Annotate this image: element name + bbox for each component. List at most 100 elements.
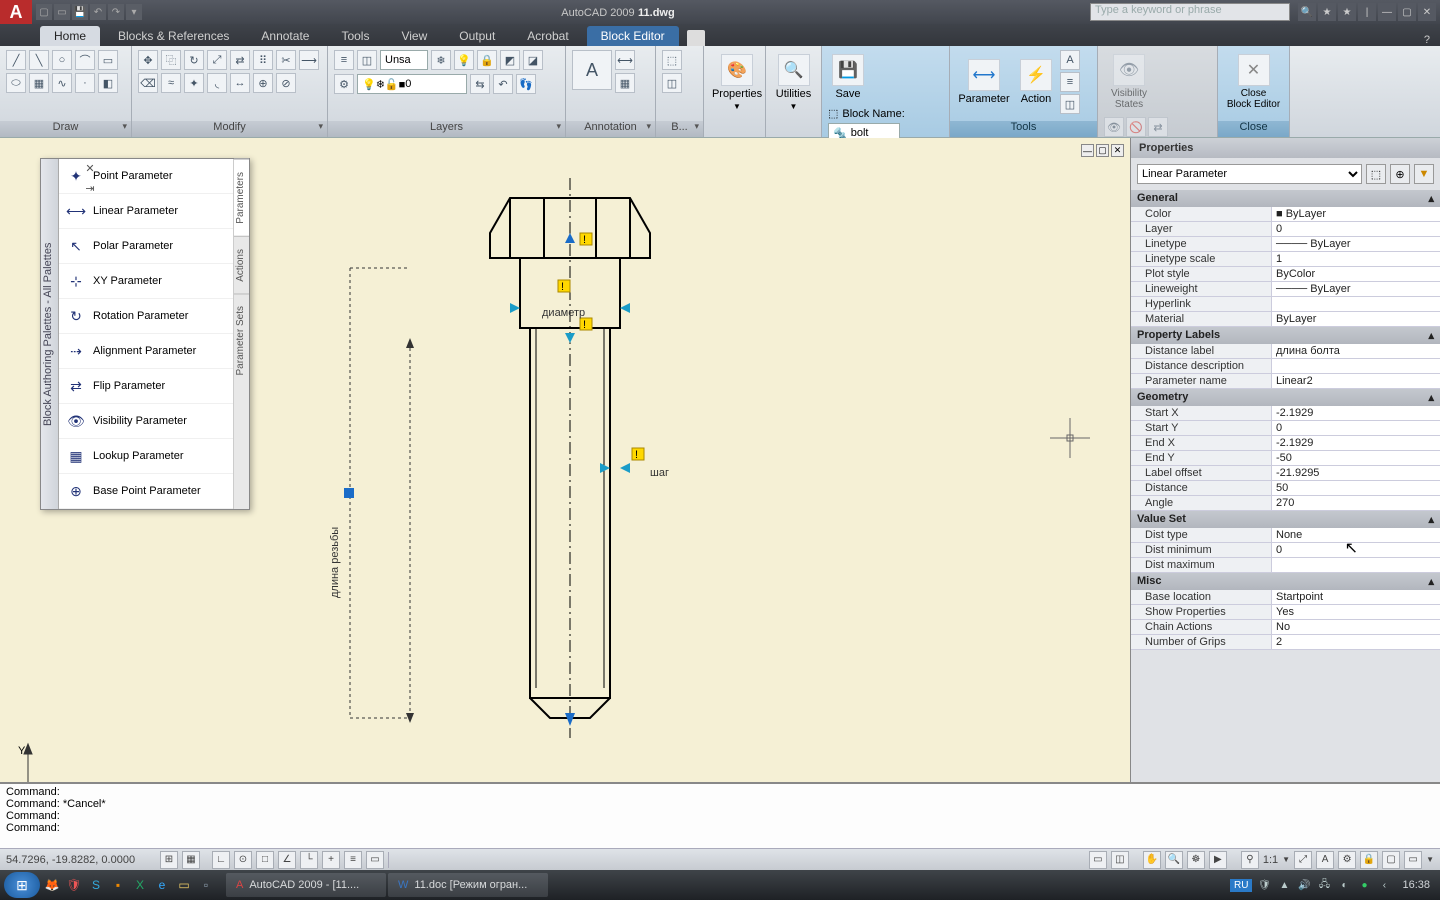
- tray-icon[interactable]: 🖧: [1316, 877, 1332, 894]
- layout-quick-icon[interactable]: ◫: [1111, 851, 1129, 869]
- favorite-icon[interactable]: ★: [1318, 3, 1336, 21]
- prop-dist-min[interactable]: Dist minimum0: [1131, 543, 1440, 558]
- prop-parameter-name[interactable]: Parameter nameLinear2: [1131, 374, 1440, 389]
- lwt-toggle[interactable]: ≡: [344, 851, 362, 869]
- palette-item-linear[interactable]: ⟷Linear Parameter: [59, 194, 233, 229]
- qat-save-icon[interactable]: 💾: [72, 4, 88, 20]
- qat-open-icon[interactable]: ▭: [54, 4, 70, 20]
- prop-start-y[interactable]: Start Y0: [1131, 421, 1440, 436]
- vp-min-icon[interactable]: —: [1081, 144, 1094, 157]
- prop-base-location[interactable]: Base locationStartpoint: [1131, 590, 1440, 605]
- circle-icon[interactable]: ○: [52, 50, 72, 70]
- palette-tab-paramsets[interactable]: Parameter Sets: [234, 293, 249, 387]
- language-indicator[interactable]: RU: [1230, 879, 1252, 892]
- grid-toggle[interactable]: ▦: [182, 851, 200, 869]
- annoscale-auto-icon[interactable]: A: [1316, 851, 1334, 869]
- palette-item-visibility[interactable]: 👁Visibility Parameter: [59, 404, 233, 439]
- tab-overflow-icon[interactable]: [687, 30, 705, 46]
- prop-layer[interactable]: Layer0: [1131, 222, 1440, 237]
- search-go-icon[interactable]: 🔍: [1298, 3, 1316, 21]
- tab-tools[interactable]: Tools: [327, 26, 383, 46]
- infocenter-icon[interactable]: ★: [1338, 3, 1356, 21]
- ellipse-icon[interactable]: ⬭: [6, 73, 26, 93]
- attribute-icon[interactable]: A: [1060, 50, 1080, 70]
- layer-iso-icon[interactable]: ◩: [500, 50, 520, 70]
- panel-layers-label[interactable]: Layers▾: [328, 121, 565, 137]
- hardware-accel-icon[interactable]: ▢: [1382, 851, 1400, 869]
- start-button[interactable]: ⊞: [4, 872, 40, 898]
- spline-icon[interactable]: ∿: [52, 73, 72, 93]
- palette-item-basepoint[interactable]: ⊕Base Point Parameter: [59, 474, 233, 509]
- stretch-icon[interactable]: ↔: [230, 73, 250, 93]
- ql-excel-icon[interactable]: X: [130, 875, 150, 895]
- minimize-button[interactable]: —: [1378, 3, 1396, 21]
- prop-end-x[interactable]: End X-2.1929: [1131, 436, 1440, 451]
- prop-linetype[interactable]: Linetype──── ByLayer: [1131, 237, 1440, 252]
- join-icon[interactable]: ⊕: [253, 73, 273, 93]
- command-line[interactable]: Command: Command: *Cancel* Command: Comm…: [0, 782, 1440, 852]
- panel-draw-label[interactable]: Draw▾: [0, 121, 131, 137]
- section-proplabels[interactable]: Property Labels▴: [1131, 327, 1440, 344]
- polar-toggle[interactable]: ⊙: [234, 851, 252, 869]
- move-icon[interactable]: ✥: [138, 50, 158, 70]
- layer-filter-combo[interactable]: Unsa: [380, 50, 428, 70]
- tray-expand-icon[interactable]: ‹: [1376, 880, 1392, 891]
- cleanscreen-icon[interactable]: ▭: [1404, 851, 1422, 869]
- prop-dist-max[interactable]: Dist maximum: [1131, 558, 1440, 573]
- ql-ie2-icon[interactable]: e: [152, 875, 172, 895]
- copy-icon[interactable]: ⿻: [161, 50, 181, 70]
- tray-icon[interactable]: 🛡: [1256, 880, 1272, 891]
- scale-readout[interactable]: 1:1: [1263, 854, 1278, 866]
- layer-properties-icon[interactable]: ≡: [334, 50, 354, 70]
- properties-button[interactable]: 🎨Properties▼: [710, 50, 764, 115]
- filter-icon[interactable]: ▼: [1414, 164, 1434, 184]
- search-input[interactable]: Type a keyword or phrase: [1090, 3, 1290, 21]
- arc-icon[interactable]: ⌒: [75, 50, 95, 70]
- tray-icon[interactable]: ▲: [1276, 880, 1292, 891]
- ql-shield-icon[interactable]: 🛡: [64, 875, 84, 895]
- prop-material[interactable]: MaterialByLayer: [1131, 312, 1440, 327]
- close-block-editor-button[interactable]: ✕Close Block Editor: [1224, 50, 1283, 114]
- palette-item-rotation[interactable]: ↻Rotation Parameter: [59, 299, 233, 334]
- mirror-icon[interactable]: ⇄: [230, 50, 250, 70]
- maximize-button[interactable]: ▢: [1398, 3, 1416, 21]
- hatch-icon[interactable]: ▦: [29, 73, 49, 93]
- erase-icon[interactable]: ⌫: [138, 73, 158, 93]
- palette-pin-icon[interactable]: ⇥: [83, 181, 97, 195]
- ql-folder-icon[interactable]: ▭: [174, 875, 194, 895]
- app-logo[interactable]: A: [0, 0, 32, 24]
- layer-current-combo[interactable]: 💡❄🔓■ 0: [357, 74, 467, 94]
- prop-angle[interactable]: Angle270: [1131, 496, 1440, 511]
- extend-icon[interactable]: ⟶: [299, 50, 319, 70]
- pan-icon[interactable]: ✋: [1143, 851, 1161, 869]
- save-block-button[interactable]: 💾Save: [828, 50, 868, 104]
- panel-block-label[interactable]: B...▾: [656, 121, 703, 137]
- offset-icon[interactable]: ≈: [161, 73, 181, 93]
- layer-prev-icon[interactable]: ↶: [493, 74, 513, 94]
- qat-redo-icon[interactable]: ↷: [108, 4, 124, 20]
- tab-acrobat[interactable]: Acrobat: [513, 26, 582, 46]
- panel-modify-label[interactable]: Modify▾: [132, 121, 327, 137]
- vp-max-icon[interactable]: ▢: [1096, 144, 1109, 157]
- text-icon[interactable]: A: [572, 50, 612, 90]
- prop-chain-actions[interactable]: Chain ActionsNo: [1131, 620, 1440, 635]
- vp-close-icon[interactable]: ✕: [1111, 144, 1124, 157]
- dyn-toggle[interactable]: +: [322, 851, 340, 869]
- palette-item-flip[interactable]: ⇄Flip Parameter: [59, 369, 233, 404]
- showmotion-icon[interactable]: ▶: [1209, 851, 1227, 869]
- layer-tools-icon[interactable]: ⚙: [334, 74, 354, 94]
- annoscale-vis-icon[interactable]: ⤢: [1294, 851, 1312, 869]
- toolbar-lock-icon[interactable]: 🔒: [1360, 851, 1378, 869]
- palette-close-icon[interactable]: ✕: [83, 161, 97, 175]
- fillet-icon[interactable]: ◟: [207, 73, 227, 93]
- palette-tab-actions[interactable]: Actions: [234, 236, 249, 294]
- layer-off-icon[interactable]: 💡: [454, 50, 474, 70]
- prop-distance-label[interactable]: Distance labelдлина болта: [1131, 344, 1440, 359]
- properties-selector[interactable]: Linear Parameter: [1137, 164, 1362, 184]
- layer-lock-icon[interactable]: 🔒: [477, 50, 497, 70]
- ortho-toggle[interactable]: ∟: [212, 851, 230, 869]
- task-word[interactable]: W11.doc [Режим огран...: [388, 873, 548, 897]
- prop-distance-desc[interactable]: Distance description: [1131, 359, 1440, 374]
- ql-ie-icon[interactable]: 🦊: [42, 875, 62, 895]
- tab-block-editor[interactable]: Block Editor: [587, 26, 679, 46]
